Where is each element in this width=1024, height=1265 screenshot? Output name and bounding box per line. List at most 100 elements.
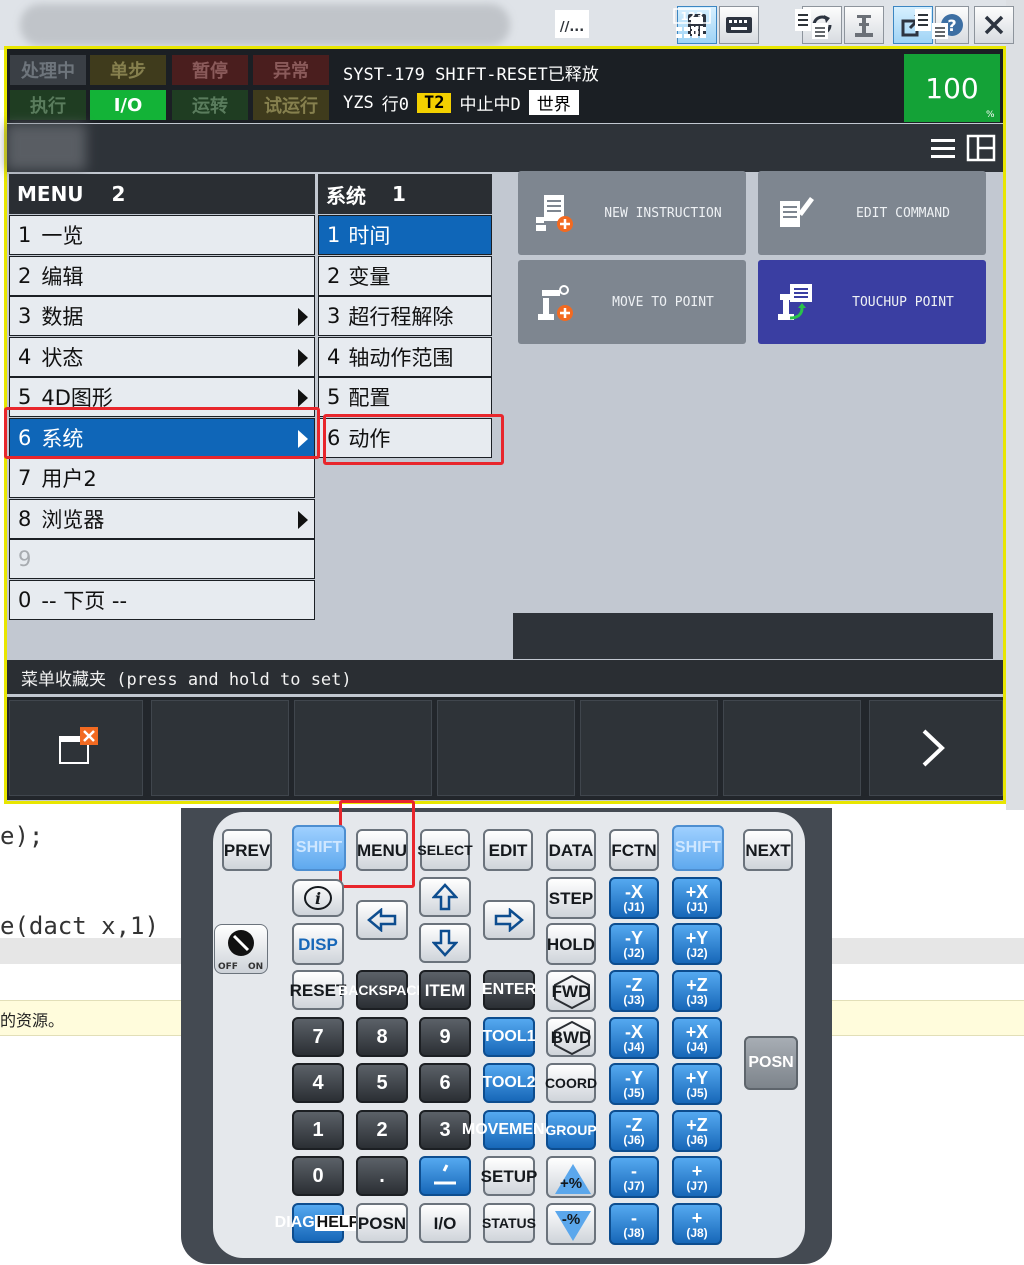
arrow-up-key[interactable]	[419, 877, 471, 917]
shift-key-right[interactable]: SHIFT	[672, 825, 724, 871]
new-instruction-tile[interactable]: NEW INSTRUCTION	[518, 171, 746, 255]
key-6[interactable]: 6	[419, 1063, 471, 1103]
prev-key[interactable]: PREV	[222, 829, 272, 871]
jog-key[interactable]: -Y (J2)	[609, 923, 659, 965]
speed-down-key[interactable]: -%	[546, 1203, 596, 1245]
key-2[interactable]: 2	[356, 1110, 408, 1150]
jog-key[interactable]: +Z (J3)	[672, 970, 722, 1012]
function-key-next[interactable]	[869, 700, 1003, 796]
jog-key-axis: -Z	[625, 975, 643, 995]
comment-icon[interactable]: //...	[553, 7, 593, 41]
jog-key[interactable]: -X (J4)	[609, 1017, 659, 1059]
key-9[interactable]: 9	[419, 1017, 471, 1057]
jog-key[interactable]: +X (J1)	[672, 877, 722, 919]
menu-item[interactable]: 1 一览	[9, 215, 315, 255]
side-posn-key[interactable]: POSN	[744, 1036, 798, 1090]
backspace-key[interactable]: BACK SPACE	[338, 970, 426, 1010]
menu-item[interactable]: 4 状态	[9, 336, 315, 377]
function-key-3[interactable]	[294, 700, 432, 796]
select-key[interactable]: SELECT	[417, 829, 473, 871]
coord-key[interactable]: COORD	[545, 1063, 597, 1103]
key-dot[interactable]: .	[356, 1156, 408, 1196]
key-1[interactable]: 1	[292, 1110, 344, 1150]
program-list-icon[interactable]	[792, 7, 832, 41]
jog-key[interactable]: + (J8)	[672, 1203, 722, 1245]
menu-item[interactable]: 2 编辑	[9, 255, 315, 296]
jog-key[interactable]: + (J7)	[672, 1156, 722, 1198]
data-key[interactable]: DATA	[546, 829, 596, 871]
menu-item[interactable]: 3 数据	[9, 296, 315, 336]
key-5[interactable]: 5	[356, 1063, 408, 1103]
edit-key[interactable]: EDIT	[483, 829, 533, 871]
tool1-key[interactable]: TOOL 1	[482, 1017, 536, 1057]
arrow-right-key[interactable]	[483, 900, 535, 940]
numeric-keypad-icon[interactable]: 123	[672, 7, 712, 41]
jog-key[interactable]: - (J8)	[609, 1203, 659, 1245]
fwd-key[interactable]: FWD	[546, 970, 596, 1012]
function-key-5[interactable]	[580, 700, 718, 796]
menu-item[interactable]: 7 用户2	[9, 458, 315, 498]
jog-key-axis: -Z	[625, 1115, 643, 1135]
step-key[interactable]: STEP	[546, 877, 596, 919]
submenu-item[interactable]: 1 时间	[318, 215, 492, 255]
arrow-down-key[interactable]	[419, 923, 471, 963]
move-to-point-tile[interactable]: MOVE TO POINT	[518, 260, 746, 344]
function-key-1[interactable]	[9, 700, 143, 796]
menu-item-number: 7	[18, 466, 32, 490]
key-minus-comma[interactable]	[419, 1156, 471, 1196]
jog-key[interactable]: +Y (J5)	[672, 1063, 722, 1105]
jog-key[interactable]: +X (J4)	[672, 1017, 722, 1059]
menu-item[interactable]: 8 浏览器	[9, 498, 315, 539]
submenu-item[interactable]: 5 配置	[318, 377, 492, 417]
jog-key[interactable]: -X (J1)	[609, 877, 659, 919]
submenu-item[interactable]: 3 超行程解除	[318, 296, 492, 336]
enable-switch[interactable]: OFF ON	[214, 924, 268, 974]
jog-key[interactable]: -Z (J3)	[609, 970, 659, 1012]
speed-up-key[interactable]: +%	[546, 1156, 596, 1198]
next-key[interactable]: NEXT	[743, 829, 793, 871]
split-screen-icon[interactable]	[966, 134, 996, 166]
status-key[interactable]: STATUS	[482, 1203, 536, 1243]
posn-key[interactable]: POSN	[356, 1203, 408, 1243]
jog-key[interactable]: +Y (J2)	[672, 923, 722, 965]
close-button[interactable]	[974, 6, 1014, 44]
submenu-item[interactable]: 4 轴动作范围	[318, 336, 492, 377]
edit-command-tile[interactable]: EDIT COMMAND	[758, 171, 986, 255]
tool2-key[interactable]: TOOL 2	[482, 1063, 536, 1103]
key-7[interactable]: 7	[292, 1017, 344, 1057]
function-key-4[interactable]	[437, 700, 575, 796]
jog-key[interactable]: -Y (J5)	[609, 1063, 659, 1105]
key-4[interactable]: 4	[292, 1063, 344, 1103]
keyboard-toggle-button[interactable]	[719, 6, 759, 44]
hamburger-menu-icon[interactable]	[930, 136, 956, 166]
touchup-point-tile[interactable]: TOUCHUP POINT	[758, 260, 986, 344]
jog-key[interactable]: -Z (J6)	[609, 1110, 659, 1152]
key-8[interactable]: 8	[356, 1017, 408, 1057]
enter-key[interactable]: ENTER	[482, 970, 536, 1010]
jog-key[interactable]: +Z (J6)	[672, 1110, 722, 1152]
menu-key[interactable]: MENU	[356, 829, 408, 871]
hold-key[interactable]: HOLD	[546, 923, 596, 965]
jog-key[interactable]: - (J7)	[609, 1156, 659, 1198]
diag-help-key[interactable]: DIAG HELP	[275, 1203, 362, 1243]
arrow-left-key[interactable]	[356, 900, 408, 940]
menu-item[interactable]: 0 -- 下页 --	[9, 579, 315, 620]
menu-item[interactable]: 9	[9, 539, 315, 579]
function-key-2[interactable]	[151, 700, 289, 796]
info-key[interactable]: i	[292, 879, 344, 917]
fctn-key[interactable]: FCTN	[609, 829, 659, 871]
setup-key[interactable]: SET UP	[481, 1156, 537, 1196]
group-key[interactable]: GROUP	[545, 1110, 597, 1150]
move-menu-key[interactable]: MOVE MENU	[462, 1110, 556, 1150]
function-key-6[interactable]	[723, 700, 861, 796]
key-0[interactable]: 0	[292, 1156, 344, 1196]
io-key[interactable]: I/O	[419, 1203, 471, 1243]
reset-key[interactable]: RESET	[290, 970, 346, 1010]
submenu-item[interactable]: 2 变量	[318, 255, 492, 296]
item-key[interactable]: ITEM	[419, 970, 471, 1010]
robot-jog-button[interactable]	[844, 6, 884, 44]
bwd-key[interactable]: BWD	[546, 1017, 596, 1057]
program-detail-icon[interactable]	[912, 7, 952, 41]
shift-key-left[interactable]: SHIFT	[292, 825, 346, 871]
disp-key[interactable]: DISP	[292, 923, 344, 965]
